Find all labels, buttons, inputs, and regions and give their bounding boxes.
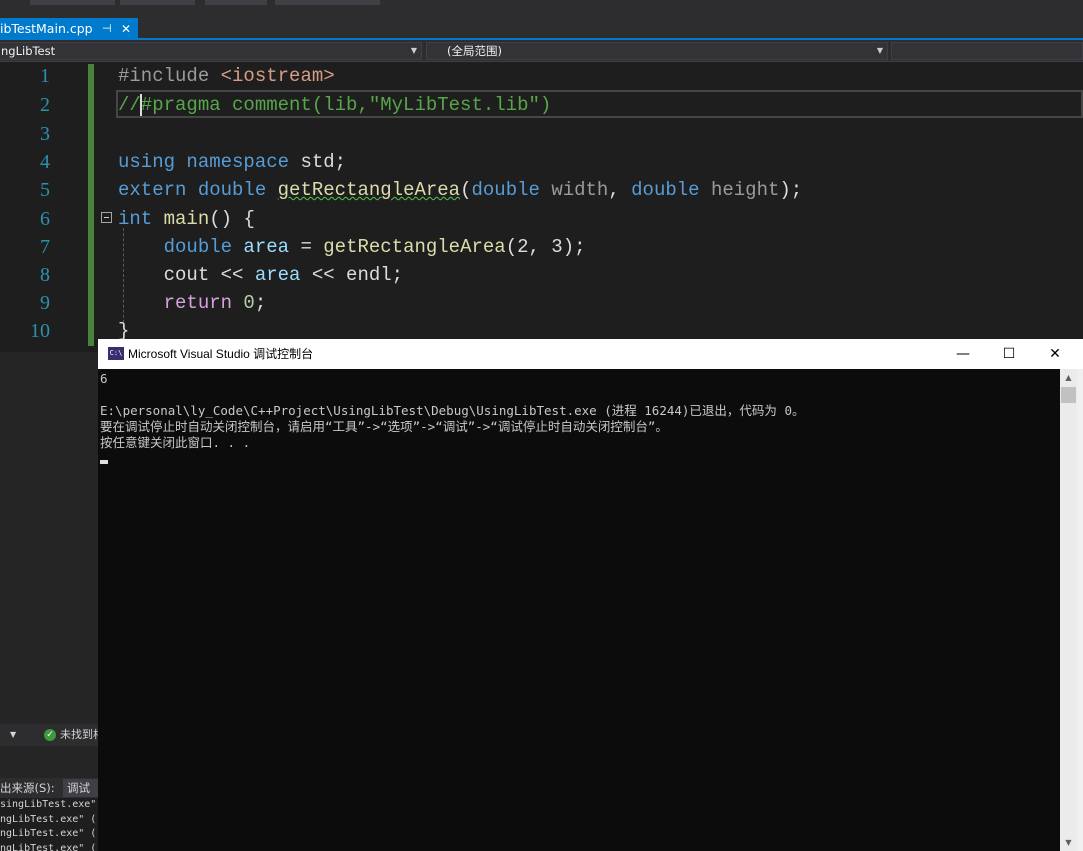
line-number: 3 bbox=[40, 123, 50, 145]
code-line: cout << area << endl; bbox=[163, 264, 404, 286]
toolbar-strip bbox=[0, 0, 1083, 14]
close-button[interactable]: ✕ bbox=[1032, 339, 1078, 369]
code-line: extern double getRectangleArea(double wi… bbox=[118, 179, 803, 201]
console-title: Microsoft Visual Studio 调试控制台 bbox=[128, 347, 314, 361]
toolbar-segment[interactable] bbox=[120, 0, 195, 5]
line-number: 6 bbox=[40, 208, 50, 230]
toolbar-segment[interactable] bbox=[275, 0, 380, 5]
line-number: 4 bbox=[40, 151, 50, 173]
code-editor[interactable]: 1 2 3 4 5 6 7 8 9 10 #include <iostream>… bbox=[0, 62, 1083, 352]
code-line: #include <iostream> bbox=[118, 65, 335, 87]
output-line: ngLibTest.exe" ( bbox=[0, 813, 97, 825]
scope-dropdown[interactable]: (全局范围) ▼ bbox=[426, 42, 888, 60]
console-scrollbar[interactable]: ▲ ▼ bbox=[1060, 369, 1077, 851]
console-app-icon: C:\ bbox=[108, 347, 124, 360]
output-line: singLibTest.exe" ( bbox=[0, 799, 99, 810]
chevron-down-icon: ▼ bbox=[876, 46, 883, 55]
tab-label: ibTestMain.cpp bbox=[0, 21, 93, 36]
code-line: int main() { bbox=[118, 208, 255, 230]
code-line: //#pragma comment(lib,"MyLibTest.lib") bbox=[118, 94, 552, 116]
collapse-icon[interactable] bbox=[101, 212, 112, 223]
line-number: 8 bbox=[40, 264, 50, 286]
code-line: double area = getRectangleArea(2, 3); bbox=[163, 236, 586, 258]
output-line: ngLibTest.exe" ( bbox=[0, 842, 97, 851]
pin-icon[interactable]: ⊣ bbox=[102, 18, 112, 40]
console-output: 6 E:\personal\ly_Code\C++Project\UsingLi… bbox=[100, 371, 805, 450]
document-tab-strip: ibTestMain.cpp ⊣ ✕ bbox=[0, 14, 1083, 40]
code-line: using namespace std; bbox=[118, 151, 347, 173]
editor-status-row: ▼ ✓ 未找到相 bbox=[0, 724, 99, 746]
member-dropdown[interactable] bbox=[891, 42, 1083, 60]
text-caret bbox=[140, 94, 142, 116]
line-number: 2 bbox=[40, 94, 50, 116]
toolbar-segment[interactable] bbox=[30, 0, 115, 5]
minimize-button[interactable]: — bbox=[940, 339, 986, 369]
line-number: 9 bbox=[40, 292, 50, 314]
navigation-bar: ngLibTest ▼ (全局范围) ▼ bbox=[0, 40, 1083, 62]
line-number: 7 bbox=[40, 236, 50, 258]
line-number: 5 bbox=[40, 179, 50, 201]
console-title-bar[interactable]: C:\ Microsoft Visual Studio 调试控制台 — ☐ ✕ bbox=[98, 339, 1083, 369]
tab-main-cpp[interactable]: ibTestMain.cpp ⊣ ✕ bbox=[0, 18, 138, 40]
close-icon[interactable]: ✕ bbox=[121, 18, 131, 40]
output-panel-header: 出来源(S): 调试 bbox=[0, 778, 99, 798]
project-dropdown[interactable]: ngLibTest ▼ bbox=[0, 42, 422, 60]
line-number: 10 bbox=[30, 320, 50, 342]
left-panel bbox=[0, 352, 99, 851]
scope-label: (全局范围) bbox=[447, 44, 502, 58]
console-cursor bbox=[100, 460, 108, 464]
output-source-select[interactable]: 调试 bbox=[63, 779, 99, 797]
output-source-label: 出来源(S): bbox=[0, 781, 55, 795]
scroll-up-icon[interactable]: ▲ bbox=[1060, 369, 1077, 386]
chevron-down-icon[interactable]: ▼ bbox=[10, 724, 16, 746]
issues-status[interactable]: 未找到相 bbox=[60, 724, 99, 746]
maximize-button[interactable]: ☐ bbox=[986, 339, 1032, 369]
check-icon: ✓ bbox=[44, 729, 56, 741]
output-panel-text[interactable]: singLibTest.exe" ( ngLibTest.exe" ( ngLi… bbox=[0, 798, 99, 851]
window-edge bbox=[1077, 369, 1083, 851]
debug-console-window[interactable]: C:\ Microsoft Visual Studio 调试控制台 — ☐ ✕ … bbox=[98, 339, 1083, 851]
code-line: return 0; bbox=[163, 292, 267, 314]
change-tracking-bar bbox=[88, 64, 94, 346]
scroll-down-icon[interactable]: ▼ bbox=[1060, 834, 1077, 851]
project-label: ngLibTest bbox=[1, 44, 56, 58]
line-number: 1 bbox=[40, 65, 50, 87]
chevron-down-icon: ▼ bbox=[410, 46, 417, 55]
scroll-thumb[interactable] bbox=[1061, 387, 1076, 403]
toolbar-segment[interactable] bbox=[205, 0, 267, 5]
output-line: ngLibTest.exe" ( bbox=[0, 828, 97, 839]
